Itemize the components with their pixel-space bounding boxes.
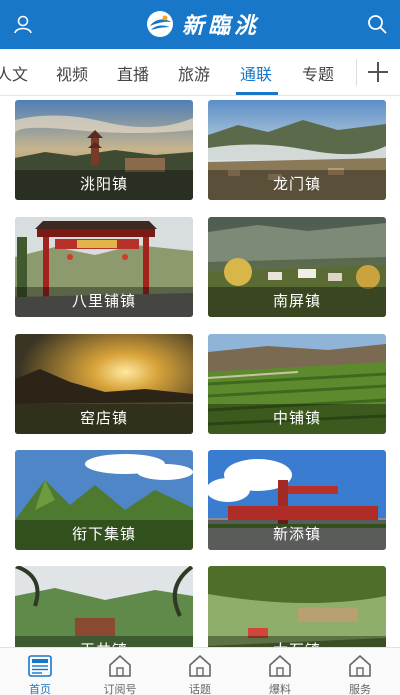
plus-icon[interactable] — [364, 58, 392, 86]
tab-divider — [356, 59, 357, 86]
news-icon — [28, 655, 52, 677]
nav-label: 首页 — [29, 684, 51, 695]
active-tab-indicator — [236, 92, 278, 95]
logo-emblem-icon — [147, 11, 173, 37]
town-name: 八里铺镇 — [15, 287, 193, 317]
town-card-xianxiaji[interactable]: 衔下集镇 — [15, 450, 193, 550]
town-name: 龙门镇 — [208, 170, 386, 200]
town-name: 衔下集镇 — [15, 520, 193, 550]
town-name: 窑店镇 — [15, 404, 193, 434]
nav-services[interactable]: 服务 — [320, 648, 400, 695]
town-photo — [208, 566, 386, 647]
app-header: 新臨洮 — [0, 0, 400, 49]
nav-report[interactable]: 爆料 — [240, 648, 320, 695]
nav-subscriptions[interactable]: 订阅号 — [80, 648, 160, 695]
town-card-taishi[interactable]: 太石镇 — [208, 566, 386, 647]
town-card-xintian[interactable]: 新添镇 — [208, 450, 386, 550]
home-icon — [349, 655, 371, 677]
nav-label: 爆料 — [269, 684, 291, 695]
town-card-nanping[interactable]: 南屏镇 — [208, 217, 386, 317]
tab-tonglian[interactable]: 通联 — [240, 61, 272, 85]
nav-topics[interactable]: 话题 — [160, 648, 240, 695]
home-icon — [189, 655, 211, 677]
town-card-zhongpu[interactable]: 中铺镇 — [208, 334, 386, 434]
app-logo: 新臨洮 — [146, 7, 260, 41]
town-name: 南屏镇 — [208, 287, 386, 317]
town-grid: 洮阳镇 龙门镇 八里铺镇 南屏镇 窑店镇 中铺镇 衔下集镇 新添镇 — [0, 97, 400, 647]
home-icon — [269, 655, 291, 677]
town-name: 中铺镇 — [208, 404, 386, 434]
town-name: 太石镇 — [208, 636, 386, 647]
bottom-navigation: 首页 订阅号 话题 爆料 服务 — [0, 647, 400, 695]
town-name: 洮阳镇 — [15, 170, 193, 200]
nav-label: 服务 — [349, 684, 371, 695]
town-card-longmen[interactable]: 龙门镇 — [208, 100, 386, 200]
nav-label: 订阅号 — [103, 684, 137, 695]
nav-home[interactable]: 首页 — [0, 648, 80, 695]
town-card-yujing[interactable]: 玉井镇 — [15, 566, 193, 647]
channel-tabs: 人文 视频 直播 旅游 通联 专题 — [0, 49, 400, 96]
town-photo — [15, 566, 193, 647]
search-icon[interactable] — [366, 13, 388, 35]
town-card-yaodian[interactable]: 窑店镇 — [15, 334, 193, 434]
tab-special[interactable]: 专题 — [302, 61, 334, 85]
town-name: 新添镇 — [208, 520, 386, 550]
tab-culture[interactable]: 人文 — [0, 61, 28, 85]
user-icon[interactable] — [12, 13, 34, 35]
town-card-balipu[interactable]: 八里铺镇 — [15, 217, 193, 317]
town-name: 玉井镇 — [15, 636, 193, 647]
home-icon — [109, 655, 131, 677]
tab-travel[interactable]: 旅游 — [178, 61, 210, 85]
tab-live[interactable]: 直播 — [117, 61, 149, 85]
nav-label: 话题 — [189, 684, 211, 695]
town-card-taoyang[interactable]: 洮阳镇 — [15, 100, 193, 200]
tab-video[interactable]: 视频 — [56, 61, 88, 85]
logo-text: 新臨洮 — [182, 13, 261, 39]
